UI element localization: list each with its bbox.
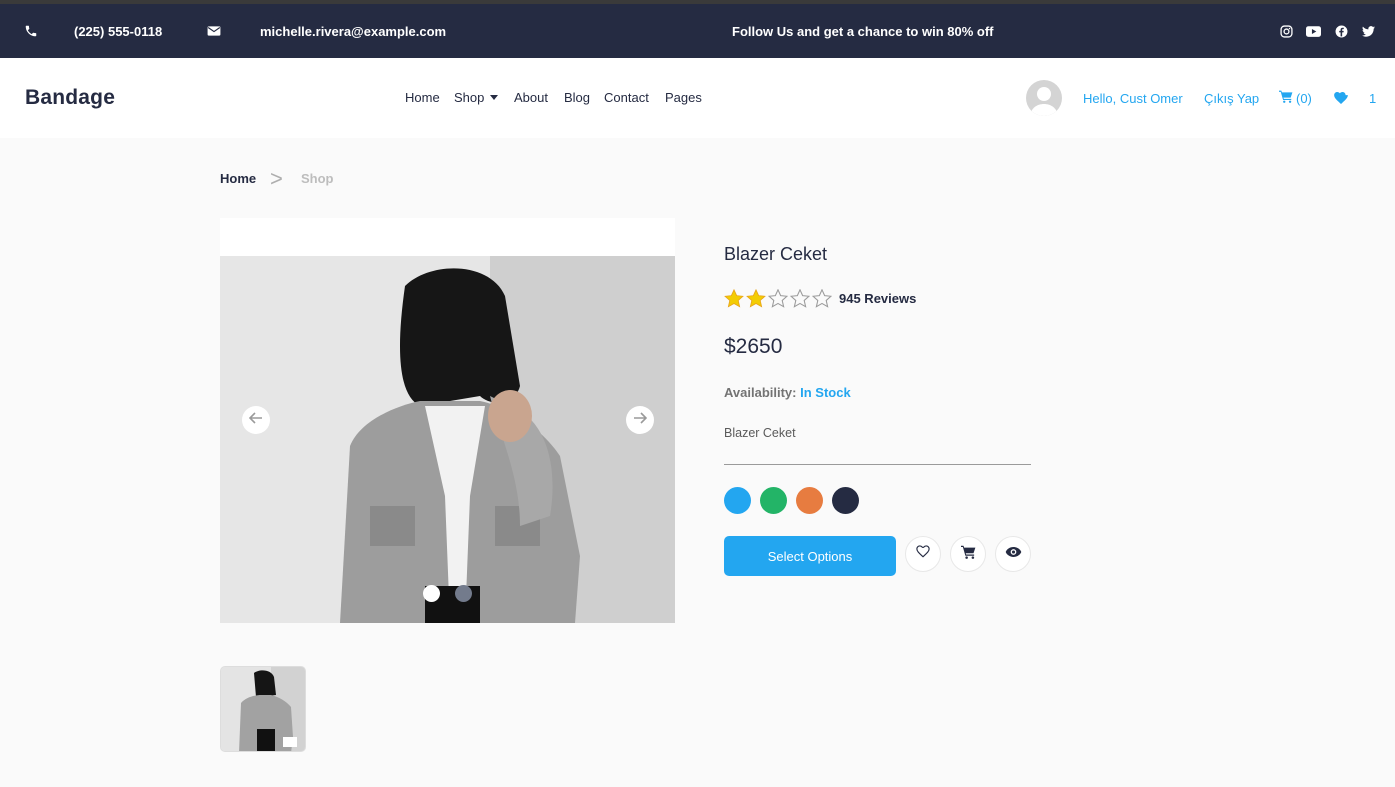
nav-contact[interactable]: Contact xyxy=(604,90,665,105)
availability: Availability: In Stock xyxy=(724,385,851,400)
eye-icon xyxy=(1005,545,1022,563)
star-empty-icon xyxy=(811,288,833,313)
site-logo[interactable]: Bandage xyxy=(25,86,115,110)
nav-blog[interactable]: Blog xyxy=(564,90,604,105)
arrow-right-icon xyxy=(633,411,648,429)
cart-count: (0) xyxy=(1296,90,1312,106)
nav-shop[interactable]: Shop xyxy=(454,90,514,105)
nav-shop-label: Shop xyxy=(454,90,485,105)
arrow-left-icon xyxy=(248,411,263,429)
rating-stars xyxy=(724,288,833,313)
product-price: $2650 xyxy=(724,335,783,358)
slide-dot-1[interactable] xyxy=(423,585,440,602)
facebook-icon[interactable] xyxy=(1335,4,1348,58)
wishlist-button[interactable] xyxy=(905,536,941,572)
caret-down-icon xyxy=(490,95,499,100)
color-swatch-green[interactable] xyxy=(760,487,787,514)
logout-link[interactable]: Çıkış Yap xyxy=(1204,58,1259,138)
greeting-text[interactable]: Hello, Cust Omer xyxy=(1083,58,1183,138)
availability-label: Availability: xyxy=(724,385,797,400)
product-image xyxy=(220,256,675,623)
prev-slide-button[interactable] xyxy=(242,406,270,434)
color-swatch-orange[interactable] xyxy=(796,487,823,514)
cart-icon xyxy=(960,545,976,564)
site-header: Bandage Home Shop About Blog Contact Pag… xyxy=(0,58,1395,138)
cart-icon xyxy=(1279,90,1293,106)
breadcrumb-current: Shop xyxy=(301,171,334,186)
mail-icon xyxy=(207,4,221,58)
youtube-icon[interactable] xyxy=(1306,4,1321,58)
nav-about[interactable]: About xyxy=(514,90,564,105)
breadcrumb-separator: > xyxy=(270,166,283,191)
next-slide-button[interactable] xyxy=(626,406,654,434)
product-title: Blazer Ceket xyxy=(724,244,828,264)
nav-home[interactable]: Home xyxy=(405,90,454,105)
availability-status: In Stock xyxy=(800,385,851,400)
top-bar: (225) 555-0118 michelle.rivera@example.c… xyxy=(0,0,1395,58)
breadcrumb-home[interactable]: Home xyxy=(220,171,256,186)
star-filled-icon xyxy=(724,288,744,313)
color-swatch-navy[interactable] xyxy=(832,487,859,514)
nav-pages[interactable]: Pages xyxy=(665,90,702,105)
phone-number[interactable]: (225) 555-0118 xyxy=(74,4,162,58)
star-filled-icon xyxy=(746,288,766,313)
divider xyxy=(724,464,1031,465)
user-avatar[interactable] xyxy=(1026,80,1062,116)
cart-button[interactable]: (0) xyxy=(1279,58,1312,138)
promo-text: Follow Us and get a chance to win 80% of… xyxy=(732,23,994,39)
main-nav: Home Shop About Blog Contact Pages xyxy=(405,90,702,105)
product-gallery xyxy=(220,218,675,623)
review-count[interactable]: 945 Reviews xyxy=(839,291,916,306)
instagram-icon[interactable] xyxy=(1280,4,1293,58)
twitter-icon[interactable] xyxy=(1362,4,1375,58)
heart-icon[interactable] xyxy=(1334,58,1348,138)
star-empty-icon xyxy=(789,288,811,313)
color-swatch-blue[interactable] xyxy=(724,487,751,514)
heart-outline-icon xyxy=(916,545,930,563)
add-to-cart-button[interactable] xyxy=(950,536,986,572)
quick-view-button[interactable] xyxy=(995,536,1031,572)
product-thumbnail[interactable] xyxy=(220,666,306,752)
select-options-button[interactable]: Select Options xyxy=(724,536,896,576)
slide-dot-2[interactable] xyxy=(455,585,472,602)
wishlist-count[interactable]: 1 xyxy=(1369,58,1376,138)
product-description: Blazer Ceket xyxy=(724,426,796,440)
email-address[interactable]: michelle.rivera@example.com xyxy=(260,4,446,58)
star-empty-icon xyxy=(767,288,789,313)
phone-icon xyxy=(24,4,38,58)
